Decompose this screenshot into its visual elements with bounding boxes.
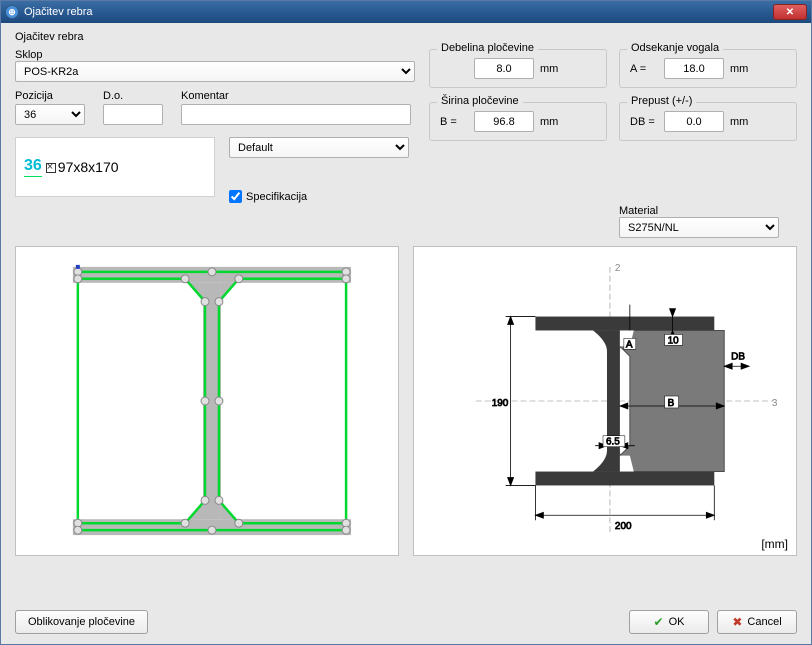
preview-combo[interactable]: Default xyxy=(229,137,409,158)
debelina-group: Debelina pločevine mm xyxy=(429,49,607,88)
prepust-prefix: DB = xyxy=(630,116,658,128)
svg-text:3: 3 xyxy=(772,398,778,409)
svg-text:B: B xyxy=(668,398,675,409)
do-label: D.o. xyxy=(103,90,163,102)
dialog-window: ⊕ Ojačitev rebra ✕ Ojačitev rebra Sklop … xyxy=(0,0,812,645)
sirina-prefix: B = xyxy=(440,116,468,128)
debelina-unit: mm xyxy=(540,63,562,75)
content-area: Ojačitev rebra Sklop POS-KR2a Pozicija 3… xyxy=(1,23,811,644)
komentar-input[interactable] xyxy=(181,104,411,125)
diagram-right: 2 3 xyxy=(413,246,797,556)
cancel-icon: ✖ xyxy=(732,615,742,629)
specifikacija-label: Specifikacija xyxy=(246,191,307,203)
odsekanje-unit: mm xyxy=(730,63,752,75)
sirina-input[interactable] xyxy=(474,111,534,132)
svg-text:200: 200 xyxy=(615,521,632,532)
diagram-unit: [mm] xyxy=(761,537,788,551)
sklop-combo[interactable]: POS-KR2a xyxy=(15,61,415,82)
pozicija-combo[interactable]: 36 xyxy=(15,104,85,125)
odsekanje-group: Odsekanje vogala A = mm xyxy=(619,49,797,88)
close-button[interactable]: ✕ xyxy=(773,4,807,20)
diagram-left[interactable] xyxy=(15,246,399,556)
spec-number: 36 xyxy=(24,157,42,177)
prepust-legend: Prepust (+/-) xyxy=(627,95,696,107)
odsekanje-input[interactable] xyxy=(664,58,724,79)
spec-text: 97x8x170 xyxy=(46,159,119,175)
ok-button[interactable]: ✔ OK xyxy=(629,610,709,634)
close-icon: ✕ xyxy=(786,7,794,18)
pozicija-label: Pozicija xyxy=(15,90,85,102)
sklop-label: Sklop xyxy=(15,49,43,61)
sirina-group: Širina pločevine B = mm xyxy=(429,102,607,141)
green-ibeam-svg xyxy=(16,247,398,555)
titlebar: ⊕ Ojačitev rebra ✕ xyxy=(1,1,811,23)
do-input[interactable] xyxy=(103,104,163,125)
sirina-legend: Širina pločevine xyxy=(437,95,523,107)
komentar-label: Komentar xyxy=(181,90,415,102)
svg-text:10: 10 xyxy=(668,335,680,346)
dimension-svg: 2 3 xyxy=(414,247,796,555)
prepust-group: Prepust (+/-) DB = mm xyxy=(619,102,797,141)
specifikacija-checkbox[interactable] xyxy=(229,190,242,203)
odsekanje-legend: Odsekanje vogala xyxy=(627,42,723,54)
material-label: Material xyxy=(619,205,658,217)
window-title: Ojačitev rebra xyxy=(24,6,773,18)
check-icon: ✔ xyxy=(654,615,664,629)
svg-text:2: 2 xyxy=(615,263,621,274)
cancel-button[interactable]: ✖ Cancel xyxy=(717,610,797,634)
material-combo[interactable]: S275N/NL xyxy=(619,217,779,238)
odsekanje-prefix: A = xyxy=(630,63,658,75)
debelina-input[interactable] xyxy=(474,58,534,79)
prepust-input[interactable] xyxy=(664,111,724,132)
svg-text:6.5: 6.5 xyxy=(606,437,620,448)
svg-text:190: 190 xyxy=(492,398,509,409)
spec-square-icon xyxy=(46,163,56,173)
prepust-unit: mm xyxy=(730,116,752,128)
svg-text:DB: DB xyxy=(731,351,745,362)
svg-text:A: A xyxy=(626,339,633,350)
app-icon: ⊕ xyxy=(5,5,19,19)
shape-button[interactable]: Oblikovanje pločevine xyxy=(15,610,148,634)
debelina-legend: Debelina pločevine xyxy=(437,42,538,54)
spec-preview: 36 97x8x170 xyxy=(15,137,215,197)
sirina-unit: mm xyxy=(540,116,562,128)
